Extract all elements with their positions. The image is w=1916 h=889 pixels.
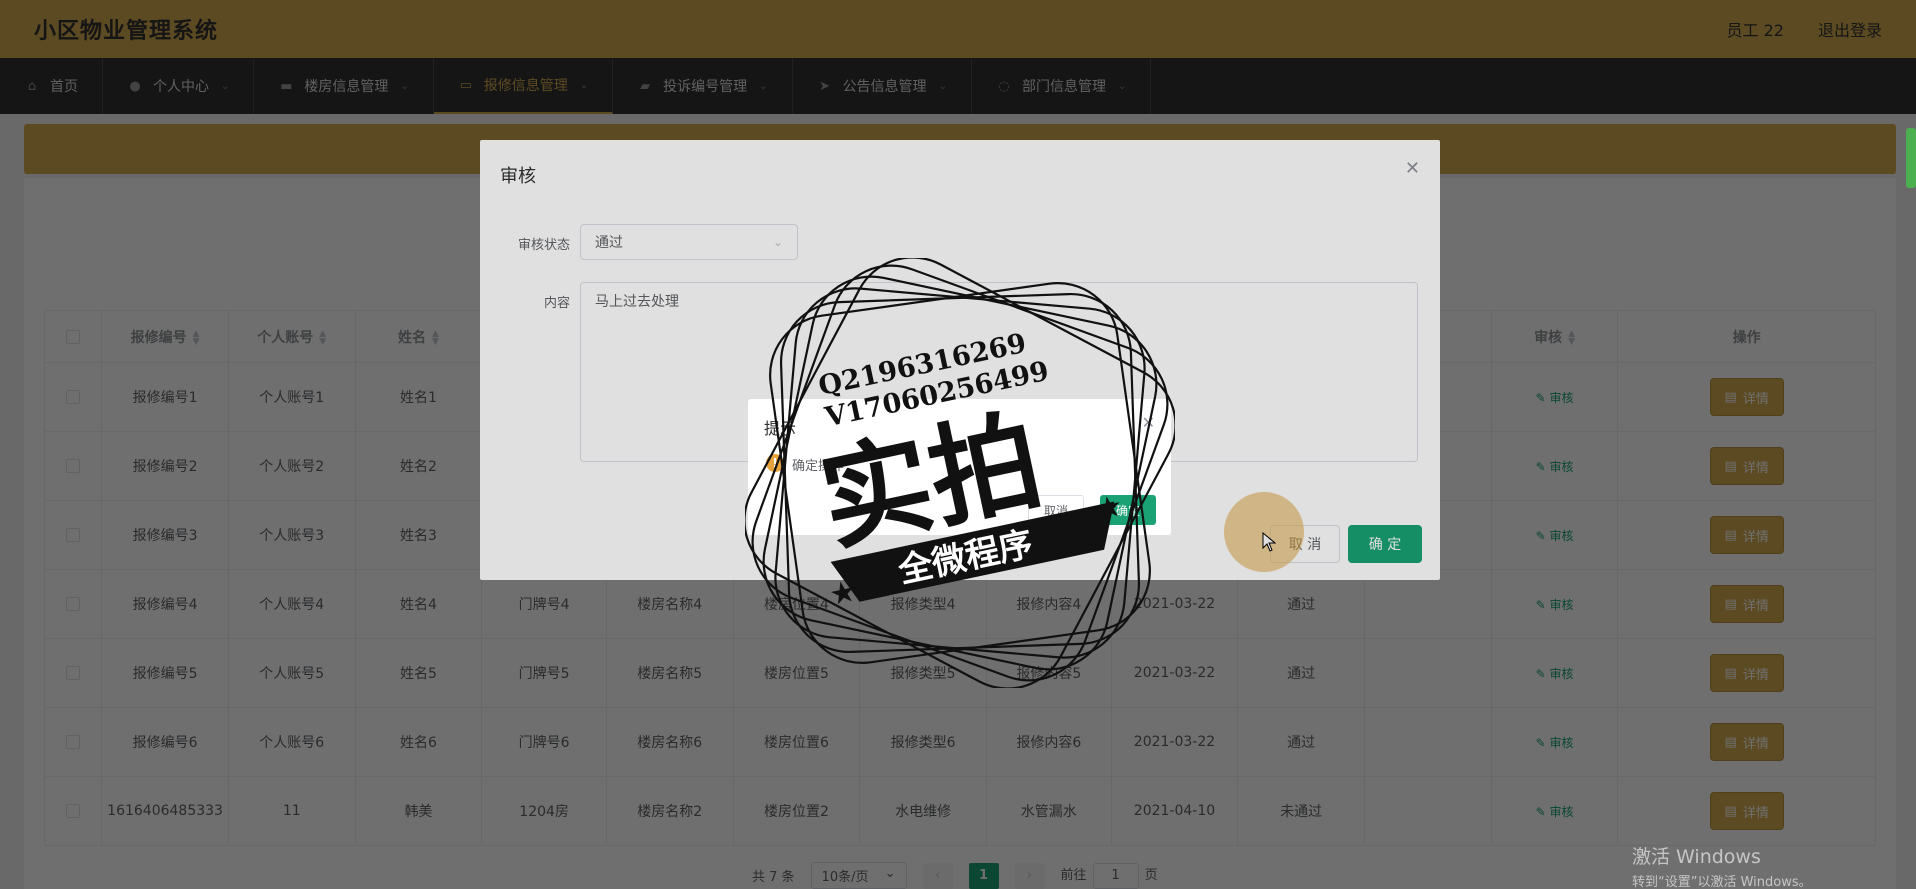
message-confirm-button[interactable]: 确定 [1100,495,1156,525]
windows-activation-watermark: 激活 Windows 转到“设置”以激活 Windows。 [1632,846,1812,889]
warning-icon: ! [766,454,784,472]
scrollbar-thumb[interactable] [1906,128,1916,188]
message-text: 确定操作 [792,459,845,474]
confirm-message-box: 提示 ✕ ! 确定操作 取消 确定 [748,399,1171,535]
message-title: 提示 [764,419,797,438]
message-cancel-button[interactable]: 取消 [1028,495,1084,525]
close-icon[interactable]: ✕ [1142,413,1155,432]
